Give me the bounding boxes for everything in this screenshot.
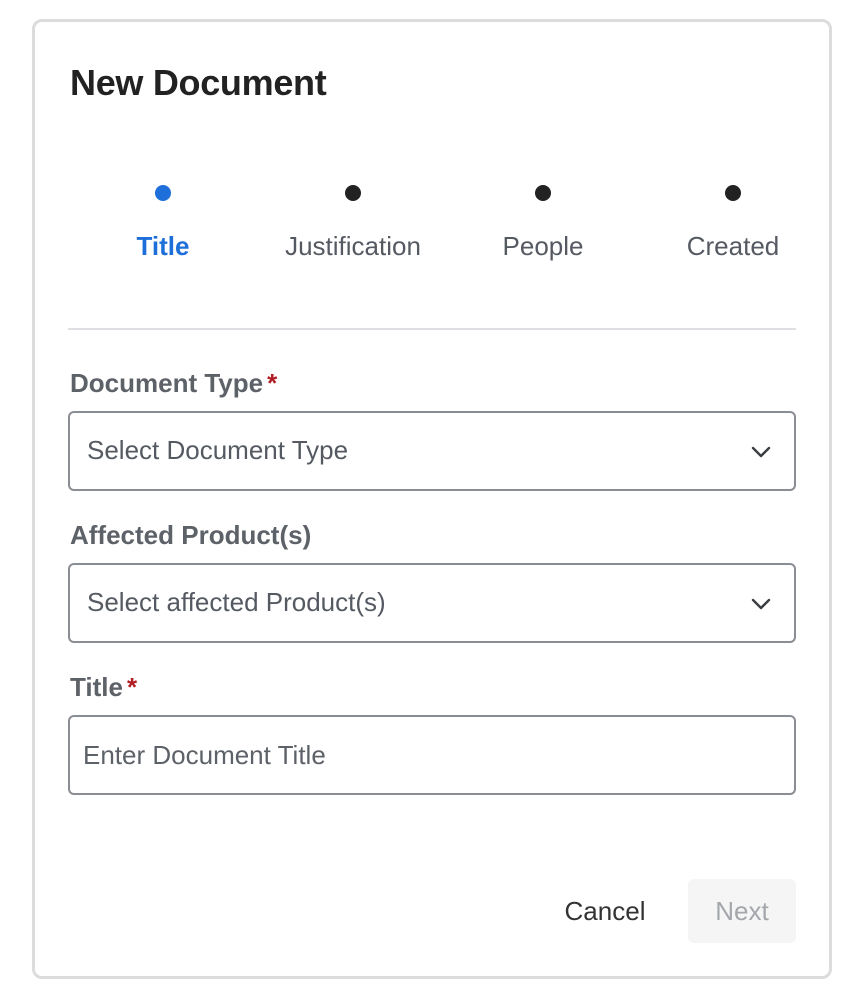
document-type-label: Document Type *	[70, 368, 278, 398]
step-dot-icon	[345, 185, 361, 201]
new-document-modal: New Document Title Justification People …	[32, 19, 832, 979]
step-dot-icon	[535, 185, 551, 201]
chevron-down-icon	[751, 446, 771, 458]
affected-products-label: Affected Product(s)	[70, 520, 312, 550]
step-created[interactable]: Created	[638, 180, 828, 262]
affected-products-select[interactable]: Select affected Product(s)	[68, 563, 796, 643]
step-dot-icon	[155, 185, 171, 201]
required-asterisk: *	[267, 368, 278, 398]
step-label: Created	[686, 231, 780, 261]
chevron-down-icon	[751, 598, 771, 610]
divider	[68, 328, 796, 330]
title-label: Title *	[70, 672, 138, 702]
step-dot-icon	[725, 185, 741, 201]
step-title[interactable]: Title	[68, 180, 258, 262]
title-input-wrapper	[68, 715, 796, 795]
stepper: Title Justification People Created	[68, 180, 828, 270]
cancel-button[interactable]: Cancel	[540, 879, 670, 943]
step-label: Title	[136, 231, 190, 261]
title-input[interactable]	[70, 717, 794, 793]
affected-products-value: Select affected Product(s)	[87, 587, 386, 617]
step-people[interactable]: People	[448, 180, 638, 262]
step-label: People	[502, 231, 584, 261]
document-type-value: Select Document Type	[87, 435, 349, 465]
step-justification[interactable]: Justification	[258, 180, 448, 262]
step-label: Justification	[285, 231, 421, 261]
required-asterisk: *	[126, 672, 138, 702]
next-button[interactable]: Next	[688, 879, 796, 943]
modal-title: New Document	[70, 62, 327, 103]
document-type-select[interactable]: Select Document Type	[68, 411, 796, 491]
